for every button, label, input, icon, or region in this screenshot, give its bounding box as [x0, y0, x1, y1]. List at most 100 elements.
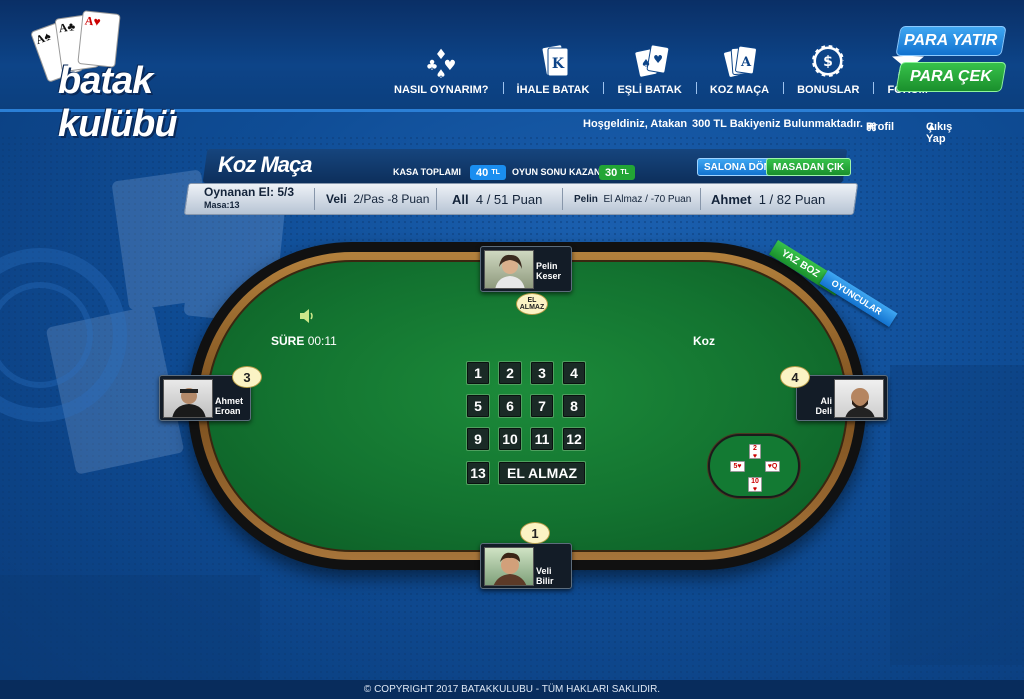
kazanc-unit: TL	[620, 169, 629, 176]
score-ahmet: Ahmet 1 / 82 Puan	[711, 192, 825, 207]
played-card-bottom: 10 ♥	[748, 477, 762, 493]
svg-text:A: A	[740, 55, 752, 70]
nav-esli-batak[interactable]: ♠ ♥ EŞLİ BATAK	[603, 36, 695, 96]
score-name: Veli	[326, 192, 347, 206]
user-bar: Hoşgeldiniz, Atakan 300 TL Bakiyeniz Bul…	[0, 115, 1024, 145]
bid-value: 10	[502, 431, 518, 447]
logout-label: Çıkış Yap	[926, 121, 953, 145]
pass-bid-button[interactable]: EL ALMAZ	[498, 461, 586, 485]
score-pelin: Pelin El Almaz / -70 Puan	[574, 194, 691, 205]
card-suit: ♥	[737, 463, 742, 470]
avatar	[484, 250, 534, 289]
bid-bubble: 3	[232, 366, 262, 388]
trump-label: Koz	[693, 334, 715, 348]
bid-button-6[interactable]: 6	[498, 394, 522, 418]
player-top[interactable]: Pelin Keser	[480, 246, 572, 292]
score-all: All 4 / 51 Puan	[452, 192, 542, 207]
player-right[interactable]: Ali Deli	[796, 375, 888, 421]
played-card-top: 2 ♥	[749, 444, 761, 460]
divider	[436, 188, 437, 210]
bid-count: 4	[791, 369, 799, 385]
bid-button-1[interactable]: 1	[466, 361, 490, 385]
leave-table-button[interactable]: MASADAN ÇIK	[766, 158, 852, 176]
kazanc-value: 30	[605, 166, 618, 179]
first-name: Pelin	[536, 261, 558, 271]
kazanc-value-badge: 30 TL	[599, 165, 635, 180]
bid-button-10[interactable]: 10	[498, 427, 522, 451]
divider	[314, 188, 315, 210]
bid-button-2[interactable]: 2	[498, 361, 522, 385]
avatar	[163, 379, 213, 418]
game-title: Koz Maça	[218, 152, 312, 177]
nav-koz-maca[interactable]: A KOZ MAÇA	[695, 36, 783, 96]
score-name: Ahmet	[711, 192, 752, 207]
kasa-label: KASA TOPLAMI	[393, 167, 462, 177]
nav-label: BONUSLAR	[797, 84, 860, 96]
last-name: Bilir	[536, 576, 554, 586]
chip-dollar-icon: $	[809, 42, 847, 80]
profile-label: Profil	[866, 121, 895, 133]
leave-table-label: MASADAN ÇIK	[773, 161, 845, 173]
svg-text:K: K	[552, 56, 565, 72]
bubble-line: EL	[527, 297, 537, 304]
bid-button-8[interactable]: 8	[562, 394, 586, 418]
card-suit: ♥	[752, 453, 758, 460]
nav-bonuses[interactable]: $ BONUSLAR	[783, 36, 873, 96]
nav-label: KOZ MAÇA	[709, 84, 770, 96]
bid-button-13[interactable]: 13	[466, 461, 490, 485]
nav-how-to-play[interactable]: ♦ ♣ ♥ ♠ NASIL OYNARIM?	[380, 36, 503, 96]
score-detail: El Almaz / -70 Puan	[603, 194, 692, 205]
bid-value: 5	[474, 398, 482, 414]
bid-value: 2	[506, 365, 514, 381]
bid-button-7[interactable]: 7	[530, 394, 554, 418]
sound-icon[interactable]	[298, 307, 314, 330]
card-rank: 10	[751, 478, 759, 485]
bid-value: 7	[538, 398, 546, 414]
card-rank: Q	[771, 463, 778, 470]
score-detail: 4 / 51 Puan	[475, 192, 543, 207]
bid-button-5[interactable]: 5	[466, 394, 490, 418]
bid-button-4[interactable]: 4	[562, 361, 586, 385]
bid-value: 3	[538, 365, 546, 381]
score-veli: Veli 2/Pas -8 Puan	[326, 192, 429, 206]
player-name: Ali Deli	[815, 396, 832, 416]
last-name: Deli	[815, 406, 832, 416]
deposit-button[interactable]: PARA YATIR	[895, 26, 1007, 56]
timer-label: SÜRE	[271, 334, 305, 348]
bid-button-11[interactable]: 11	[530, 427, 554, 451]
timer: SÜRE 00:11	[271, 334, 337, 348]
first-name: Ahmet	[215, 396, 244, 406]
withdraw-button[interactable]: PARA ÇEK	[895, 62, 1007, 92]
bid-button-9[interactable]: 9	[466, 427, 490, 451]
first-name: Veli	[536, 566, 552, 576]
kasa-value-badge: 40 TL	[470, 165, 506, 180]
bid-button-3[interactable]: 3	[530, 361, 554, 385]
bid-value: 8	[570, 398, 578, 414]
bid-value: 4	[570, 365, 578, 381]
bubble-line: ALMAZ	[519, 304, 545, 311]
two-cards-icon: ♠ ♥	[631, 42, 669, 80]
bid-value: 1	[474, 365, 482, 381]
bid-button-12[interactable]: 12	[562, 427, 586, 451]
kasa-unit: TL	[491, 169, 500, 176]
bid-value: 11	[534, 431, 550, 447]
player-bottom[interactable]: Veli Bilir	[480, 543, 572, 589]
player-name: Ahmet Eroan	[215, 396, 243, 416]
nav-ihale-batak[interactable]: K İHALE BATAK	[502, 36, 604, 96]
balance-text: 300 TL Bakiyeniz Bulunmaktadır.	[692, 118, 863, 130]
main-nav: ♦ ♣ ♥ ♠ NASIL OYNARIM? K İHALE BATAK ♠ ♥ EŞL…	[380, 36, 942, 106]
king-card-icon: K	[534, 42, 572, 80]
bid-bubble: 1	[520, 522, 550, 544]
score-name: All	[452, 192, 469, 207]
deposit-label: PARA YATIR	[904, 32, 998, 49]
divider	[562, 188, 563, 210]
score-detail: 2/Pas -8 Puan	[353, 192, 430, 206]
bid-value: 12	[566, 431, 582, 447]
bid-count: 3	[243, 369, 251, 385]
pass-status-bubble: EL ALMAZ	[516, 293, 548, 315]
kasa-value: 40	[476, 166, 489, 179]
ace-cards-icon: A	[720, 42, 758, 80]
svg-text:♠: ♠	[436, 67, 447, 80]
player-name: Pelin Keser	[536, 261, 561, 281]
logo[interactable]: A♠ A♣ A♥ batak kulübü	[29, 10, 260, 145]
